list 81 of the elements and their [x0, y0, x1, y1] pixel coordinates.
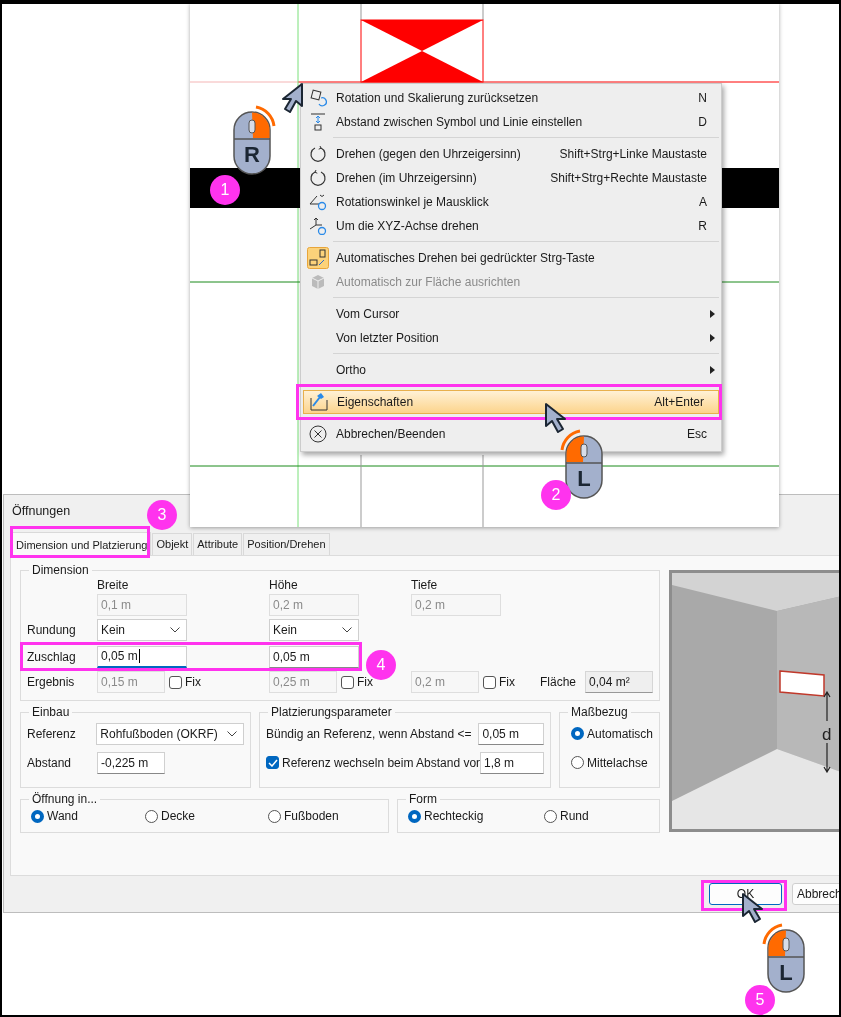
menu-item[interactable]: Ortho	[301, 358, 721, 382]
radio-label: Fußboden	[284, 809, 339, 823]
column-label: Höhe	[269, 578, 299, 592]
input-field[interactable]: 0,05 m	[269, 645, 359, 668]
group-title: Öffnung in...	[31, 792, 99, 806]
menu-item[interactable]: Um die XYZ-Achse drehen R	[301, 214, 721, 238]
group-title: Form	[408, 792, 438, 806]
field-label: Abstand	[27, 755, 73, 770]
input-field[interactable]: 0,05 m	[97, 645, 187, 668]
checkbox[interactable]	[483, 675, 496, 689]
spacing-icon	[309, 113, 327, 131]
radio-button[interactable]	[544, 809, 557, 823]
input-field[interactable]: 1,8 m	[480, 751, 544, 774]
tab[interactable]: Attribute	[193, 533, 243, 555]
submenu-arrow-icon	[710, 366, 715, 374]
chevron-icon	[342, 627, 352, 633]
radio-label: Wand	[47, 809, 78, 823]
menu-item[interactable]: Rotation und Skalierung zurücksetzen N	[301, 86, 721, 110]
menu-item[interactable]: Eigenschaften Alt+Enter	[303, 390, 719, 414]
radio-button[interactable]	[31, 809, 44, 823]
radio-label: Automatisch	[587, 726, 654, 741]
checkbox[interactable]	[266, 756, 279, 769]
axes-icon	[309, 217, 327, 235]
radio-label: Mittelachse	[587, 755, 648, 770]
submenu-arrow-icon	[710, 334, 715, 342]
value-field: 0,04 m²	[585, 671, 653, 693]
field-label: Ergebnis	[27, 675, 76, 689]
menu-item[interactable]: Drehen (im Uhrzeigersinn) Shift+Strg+Rechte Maustaste	[301, 166, 721, 190]
radio-button[interactable]	[571, 756, 584, 769]
checkbox-label: Fix	[499, 675, 515, 689]
input-field[interactable]: -0,225 m	[97, 751, 165, 774]
tab[interactable]: Position/Drehen	[243, 533, 330, 555]
dropdown[interactable]: Rohfußboden (OKRF)	[96, 722, 244, 745]
dropdown[interactable]: Kein	[97, 619, 187, 641]
dimension-label: d	[822, 725, 832, 745]
mouse-key-label: R	[243, 142, 261, 168]
checkbox-label: Fix	[185, 675, 201, 689]
field-label: Zuschlag	[27, 649, 77, 664]
rotate-reset-icon	[309, 89, 327, 107]
input-field[interactable]: 0,05 m	[478, 722, 544, 745]
dialog-title: Öffnungen	[12, 504, 71, 518]
group-title: Maßbezug	[570, 705, 629, 719]
checkbox[interactable]	[341, 675, 354, 689]
radio-button[interactable]	[571, 727, 584, 740]
checkbox[interactable]	[169, 675, 182, 689]
field-label: Bündig an Referenz, wenn Abstand <=	[266, 726, 472, 741]
menu-item[interactable]: Rotationswinkel je Mausklick A	[301, 190, 721, 214]
chevron-icon	[227, 730, 237, 737]
tab[interactable]: Objekt	[152, 533, 193, 555]
radio-label: Decke	[161, 809, 195, 823]
menu-item[interactable]: Abbrechen/Beenden Esc	[301, 422, 721, 446]
field-label: Fläche	[540, 675, 578, 689]
tab[interactable]: Dimension und Platzierung	[12, 532, 152, 556]
mouse-key-label: L	[778, 960, 794, 986]
field-label: Referenz	[27, 726, 77, 741]
dropdown[interactable]: Kein	[269, 619, 359, 641]
submenu-arrow-icon	[710, 310, 715, 318]
chevron-icon	[170, 627, 180, 633]
group-title: Platzierungsparameter	[270, 705, 393, 719]
group-title: Einbau	[31, 705, 71, 719]
menu-item[interactable]: Abstand zwischen Symbol und Linie einstellen D	[301, 110, 721, 134]
column-label: Tiefe	[411, 578, 439, 592]
hammer-icon	[309, 392, 329, 412]
rotate-right-icon	[309, 169, 327, 187]
menu-item[interactable]: Automatisches Drehen bei gedrückter Strg-Taste	[301, 246, 721, 270]
cancel-icon	[309, 425, 327, 443]
rotate-left-icon	[309, 145, 327, 163]
field-label: Rundung	[27, 623, 77, 637]
menu-item[interactable]: Von letzter Position	[301, 326, 721, 350]
radio-button[interactable]	[268, 809, 281, 823]
mouse-key-label: L	[576, 466, 592, 492]
group-title: Dimension	[31, 563, 90, 577]
menu-item[interactable]: Vom Cursor	[301, 302, 721, 326]
radio-button[interactable]	[145, 809, 158, 823]
radio-label: Rechteckig	[424, 809, 484, 823]
radio-button[interactable]	[408, 809, 421, 823]
menu-item[interactable]: Drehen (gegen den Uhrzeigersinn) Shift+Strg+Linke Maustaste	[301, 142, 721, 166]
radio-label: Rund	[560, 809, 589, 823]
angle-icon	[309, 193, 327, 211]
column-label: Breite	[97, 578, 130, 592]
step-badge: 5	[745, 985, 775, 1015]
